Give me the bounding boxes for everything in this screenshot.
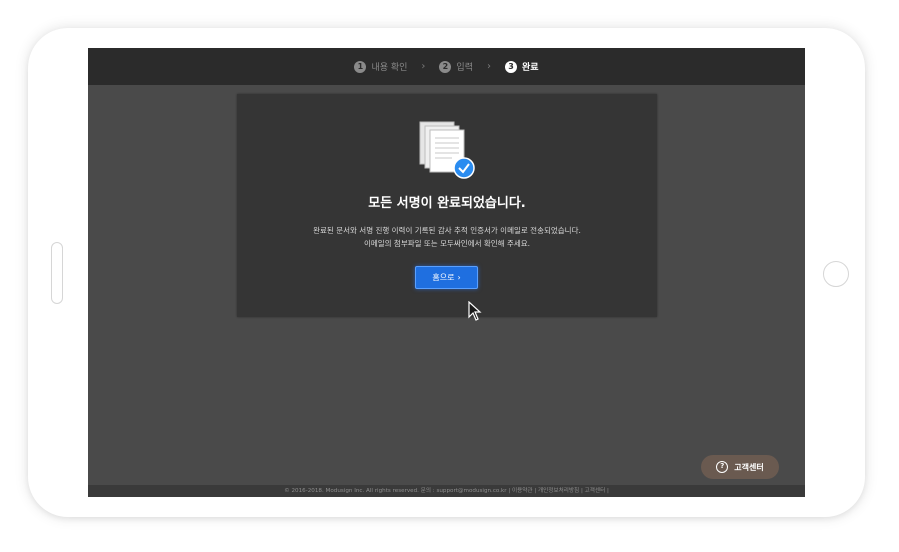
- tablet-side-button: [51, 242, 63, 304]
- description-line: 완료된 문서와 서명 진행 이력이 기록된 감사 추적 인증서가 이메일로 전송…: [313, 226, 581, 235]
- dialog-title: 모든 서명이 완료되었습니다.: [368, 196, 526, 211]
- step-label: 내용 확인: [371, 63, 408, 73]
- home-button[interactable]: 홈으로 ›: [415, 266, 478, 289]
- chevron-right-icon: ›: [486, 61, 491, 72]
- home-button-label: 홈으로: [432, 273, 455, 282]
- step-indicator: 1 내용 확인 › 2 입력 › 3 완료: [88, 48, 805, 85]
- step-1: 1 내용 확인: [354, 60, 407, 73]
- footer: © 2016-2018. Modusign Inc. All rights re…: [88, 485, 805, 497]
- app-screen: 1 내용 확인 › 2 입력 › 3 완료 모든 서명이 완료되었습니다. 완료…: [88, 48, 805, 497]
- chevron-right-icon: ›: [457, 273, 461, 282]
- completion-dialog: 모든 서명이 완료되었습니다. 완료된 문서와 서명 진행 이력이 기록된 감사…: [237, 94, 657, 317]
- step-label: 입력: [456, 63, 473, 73]
- step-number: 1: [354, 60, 367, 73]
- dialog-description: 완료된 문서와 서명 진행 이력이 기록된 감사 추적 인증서가 이메일로 전송…: [237, 224, 657, 250]
- step-number: 3: [504, 60, 517, 73]
- customer-center-button[interactable]: ? 고객센터: [701, 455, 779, 479]
- customer-center-label: 고객센터: [734, 462, 764, 472]
- description-line: 이메일의 첨부파일 또는 모두싸인에서 확인해 주세요.: [363, 239, 531, 248]
- tablet-home-button: [823, 261, 849, 287]
- help-icon: ?: [716, 461, 729, 473]
- step-label: 완료: [521, 63, 539, 73]
- step-number: 2: [439, 60, 452, 73]
- documents-check-icon: [419, 121, 475, 179]
- step-2: 2 입력: [439, 60, 473, 73]
- chevron-right-icon: ›: [421, 61, 426, 72]
- step-3: 3 완료: [504, 60, 539, 73]
- mouse-cursor-icon: [468, 301, 482, 321]
